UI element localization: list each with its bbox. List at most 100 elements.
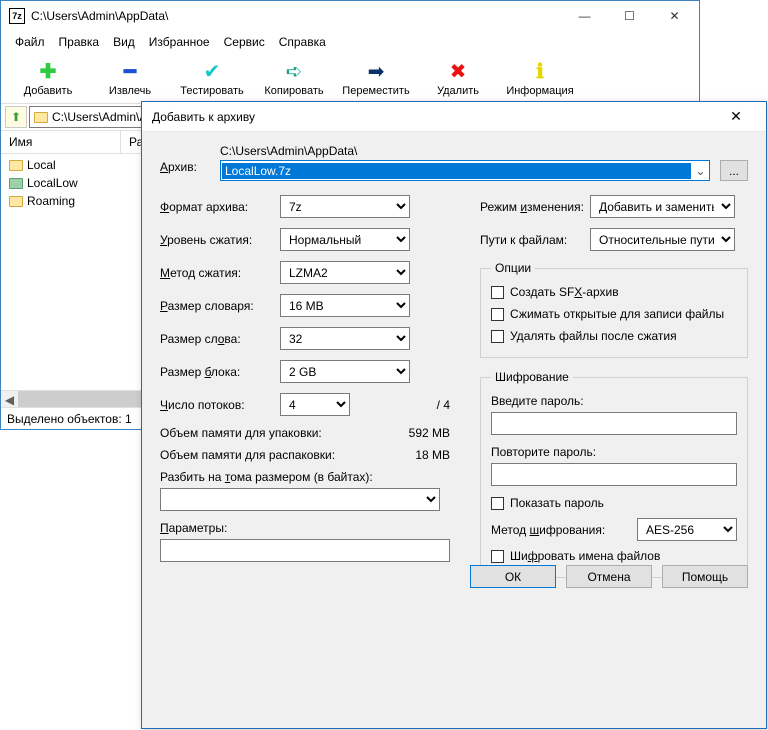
password1-label: Введите пароль: xyxy=(491,394,737,408)
folder-icon xyxy=(9,178,23,189)
menu-view[interactable]: Вид xyxy=(107,33,141,51)
info-icon: ℹ xyxy=(528,59,552,83)
help-button[interactable]: Помощь xyxy=(662,565,748,588)
menu-edit[interactable]: Правка xyxy=(53,33,106,51)
delete-after-label: Удалять файлы после сжатия xyxy=(510,329,677,343)
dict-label: Размер словаря: xyxy=(160,299,280,313)
format-label: Формат архива: xyxy=(160,200,280,214)
params-input[interactable] xyxy=(160,539,450,562)
chevron-down-icon: ⌄ xyxy=(692,164,709,178)
password1-input[interactable] xyxy=(491,412,737,435)
minimize-button[interactable]: — xyxy=(562,2,607,31)
close-button[interactable]: ✕ xyxy=(652,2,697,31)
word-label: Размер слова: xyxy=(160,332,280,346)
app-icon: 7z xyxy=(9,8,25,24)
archive-path-text: C:\Users\Admin\AppData\ xyxy=(220,144,710,158)
scroll-left-icon[interactable]: ◀ xyxy=(1,391,18,408)
plus-icon: ✚ xyxy=(36,59,60,83)
method-label: Метод сжатия: xyxy=(160,266,280,280)
options-legend: Опции xyxy=(491,261,535,275)
sfx-checkbox[interactable] xyxy=(491,286,504,299)
archive-label: Архив: xyxy=(160,144,210,174)
toolbar-copy-label: Копировать xyxy=(264,85,323,97)
dialog-close-button[interactable]: ✕ xyxy=(716,108,756,125)
params-label: Параметры: xyxy=(160,521,450,535)
encrypt-names-checkbox[interactable] xyxy=(491,550,504,563)
level-select[interactable]: Нормальный xyxy=(280,228,410,251)
dialog-title: Добавить к архиву xyxy=(152,110,716,124)
mem-unpack-value: 18 MB xyxy=(415,448,450,462)
show-password-checkbox[interactable] xyxy=(491,497,504,510)
update-label: Режим изменения: xyxy=(480,200,590,214)
update-select[interactable]: Добавить и заменить xyxy=(590,195,735,218)
cancel-button[interactable]: Отмена xyxy=(566,565,652,588)
menu-file[interactable]: Файл xyxy=(9,33,51,51)
toolbar-copy[interactable]: ➪ Копировать xyxy=(255,57,333,99)
archive-name-value: LocalLow.7z xyxy=(222,163,691,179)
toolbar-move-label: Переместить xyxy=(342,85,409,97)
method-select[interactable]: LZMA2 xyxy=(280,261,410,284)
folder-icon xyxy=(9,160,23,171)
menu-tools[interactable]: Сервис xyxy=(218,33,271,51)
split-select[interactable] xyxy=(160,488,440,511)
ok-button[interactable]: ОК xyxy=(470,565,556,588)
block-select[interactable]: 2 GB xyxy=(280,360,410,383)
threads-select[interactable]: 4 xyxy=(280,393,350,416)
maximize-button[interactable]: ☐ xyxy=(607,2,652,31)
menu-help[interactable]: Справка xyxy=(273,33,332,51)
toolbar-delete[interactable]: ✖ Удалить xyxy=(419,57,497,99)
folder-icon xyxy=(34,112,48,123)
word-select[interactable]: 32 xyxy=(280,327,410,350)
paths-select[interactable]: Относительные пути xyxy=(590,228,735,251)
file-name: Roaming xyxy=(27,194,75,208)
enc-method-select[interactable]: AES-256 xyxy=(637,518,737,541)
copy-arrow-icon: ➪ xyxy=(282,59,306,83)
threads-label: Число потоков: xyxy=(160,398,280,412)
open-files-checkbox[interactable] xyxy=(491,308,504,321)
toolbar-test[interactable]: ✔ Тестировать xyxy=(173,57,251,99)
password2-label: Повторите пароль: xyxy=(491,445,737,459)
move-arrow-icon: ➡ xyxy=(364,59,388,83)
window-title: C:\Users\Admin\AppData\ xyxy=(31,9,562,23)
toolbar-add-label: Добавить xyxy=(24,85,73,97)
up-button[interactable]: ⬆ xyxy=(5,106,27,128)
up-arrow-icon: ⬆ xyxy=(11,110,21,124)
minus-icon: ━ xyxy=(118,59,142,83)
toolbar-add[interactable]: ✚ Добавить xyxy=(9,57,87,99)
mem-unpack-label: Объем памяти для распаковки: xyxy=(160,448,335,462)
menu-favorites[interactable]: Избранное xyxy=(143,33,216,51)
enc-method-label: Метод шифрования: xyxy=(491,523,637,537)
mem-pack-value: 592 MB xyxy=(409,426,450,440)
col-name[interactable]: Имя xyxy=(1,131,121,153)
folder-icon xyxy=(9,196,23,207)
browse-button[interactable]: ... xyxy=(720,160,748,181)
threads-max: / 4 xyxy=(437,398,450,412)
block-label: Размер блока: xyxy=(160,365,280,379)
dict-select[interactable]: 16 MB xyxy=(280,294,410,317)
options-group: Опции Создать SFX-архив Сжимать открытые… xyxy=(480,261,748,358)
dialog-titlebar: Добавить к архиву ✕ xyxy=(142,102,766,132)
encryption-legend: Шифрование xyxy=(491,370,573,384)
add-to-archive-dialog: Добавить к архиву ✕ Архив: C:\Users\Admi… xyxy=(141,101,767,729)
format-select[interactable]: 7z xyxy=(280,195,410,218)
paths-label: Пути к файлам: xyxy=(480,233,590,247)
toolbar-extract[interactable]: ━ Извлечь xyxy=(91,57,169,99)
file-name: LocalLow xyxy=(27,176,78,190)
delete-icon: ✖ xyxy=(446,59,470,83)
toolbar: ✚ Добавить ━ Извлечь ✔ Тестировать ➪ Копиров… xyxy=(1,53,699,104)
toolbar-test-label: Тестировать xyxy=(180,85,244,97)
toolbar-move[interactable]: ➡ Переместить xyxy=(337,57,415,99)
toolbar-info-label: Информация xyxy=(506,85,573,97)
toolbar-info[interactable]: ℹ Информация xyxy=(501,57,579,99)
toolbar-delete-label: Удалить xyxy=(437,85,479,97)
toolbar-extract-label: Извлечь xyxy=(109,85,151,97)
check-icon: ✔ xyxy=(200,59,224,83)
titlebar: 7z C:\Users\Admin\AppData\ — ☐ ✕ xyxy=(1,1,699,31)
archive-name-combo[interactable]: LocalLow.7z ⌄ xyxy=(220,160,710,181)
password2-input[interactable] xyxy=(491,463,737,486)
sfx-label: Создать SFX-архив xyxy=(510,285,619,299)
delete-after-checkbox[interactable] xyxy=(491,330,504,343)
show-password-label: Показать пароль xyxy=(510,496,604,510)
open-files-label: Сжимать открытые для записи файлы xyxy=(510,307,724,321)
status-text: Выделено объектов: 1 xyxy=(7,412,132,426)
